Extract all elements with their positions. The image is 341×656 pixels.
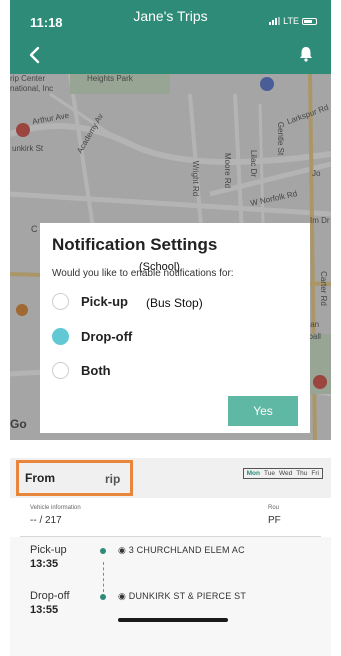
option-both[interactable]: Both — [52, 362, 111, 379]
busstop-annotation: (Bus Stop) — [146, 296, 203, 310]
tab-from-label: From — [25, 471, 55, 485]
notification-settings-dialog: Notification Settings Would you like to … — [40, 223, 310, 433]
location-pin-icon: ◉ — [118, 545, 127, 555]
sheet-tabs: From rip Mon Tue Wed Thu Fri — [10, 458, 331, 498]
option-pickup[interactable]: Pick-up — [52, 293, 128, 310]
stop-dropoff-label: Drop-off — [30, 590, 70, 602]
phone-screen: 11:18 Jane's Trips LTE rip Center nation… — [10, 0, 331, 656]
vehicle-info-label: Vehicle information — [30, 505, 81, 511]
chevron-left-icon — [29, 46, 40, 64]
radio-both[interactable] — [52, 362, 69, 379]
option-both-label: Both — [81, 363, 111, 378]
stop-pickup-label: Pick-up — [30, 544, 67, 556]
stop-pickup-name-text: 3 CHURCHLAND ELEM AC — [128, 545, 245, 555]
stop-dropoff-time: 13:55 — [30, 604, 59, 616]
stop-pickup-time: 13:35 — [30, 558, 59, 570]
day-tue[interactable]: Tue — [264, 470, 275, 477]
day-selector[interactable]: Mon Tue Wed Thu Fri — [242, 468, 323, 479]
carrier-label: LTE — [283, 16, 299, 26]
home-indicator[interactable] — [118, 618, 228, 622]
trip-sheet: From rip Mon Tue Wed Thu Fri Vehicle inf… — [10, 440, 331, 656]
location-pin-icon: ◉ — [118, 591, 127, 601]
status-indicators: LTE — [269, 16, 317, 26]
option-pickup-label: Pick-up — [81, 294, 128, 309]
school-annotation: (School) — [139, 261, 180, 273]
day-wed[interactable]: Wed — [279, 470, 292, 477]
tab-trip[interactable]: rip — [105, 472, 120, 486]
back-button[interactable] — [24, 44, 46, 66]
signal-icon — [269, 17, 281, 25]
option-dropoff-label: Drop-off — [81, 329, 133, 344]
day-fri[interactable]: Fri — [311, 470, 319, 477]
battery-icon — [302, 17, 317, 25]
day-mon[interactable]: Mon — [247, 470, 260, 477]
option-dropoff[interactable]: Drop-off — [52, 328, 132, 345]
stop-dropoff-name[interactable]: ◉ DUNKIRK ST & PIERCE ST — [118, 591, 246, 602]
yes-button[interactable]: Yes — [228, 396, 298, 426]
radio-dropoff[interactable] — [52, 328, 69, 345]
stop-connector — [103, 562, 104, 592]
route-value: PF — [268, 515, 281, 526]
stop-dropoff-name-text: DUNKIRK ST & PIERCE ST — [128, 591, 247, 601]
vehicle-info-value: -- / 217 — [30, 515, 62, 526]
dialog-title: Notification Settings — [52, 235, 218, 254]
stop-dot — [100, 548, 106, 554]
stop-pickup-name[interactable]: ◉ 3 CHURCHLAND ELEM AC — [118, 545, 245, 556]
stop-dot — [100, 594, 106, 600]
day-thu[interactable]: Thu — [296, 470, 307, 477]
bell-icon — [300, 47, 312, 62]
app-header: 11:18 Jane's Trips LTE — [10, 0, 331, 74]
route-label: Rou — [268, 505, 280, 511]
notifications-button[interactable] — [297, 45, 315, 63]
radio-pickup[interactable] — [52, 293, 69, 310]
